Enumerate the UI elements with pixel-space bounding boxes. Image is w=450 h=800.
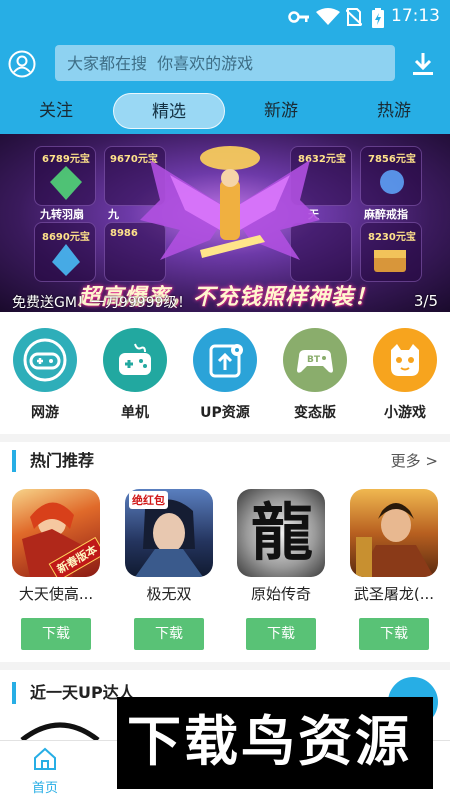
- no-sim-icon: [346, 8, 362, 26]
- top-tabs: 关注 精选 新游 热游: [0, 91, 450, 131]
- avatar[interactable]: [20, 720, 100, 740]
- search-input[interactable]: [55, 45, 395, 81]
- category-mini-games[interactable]: 小游戏: [370, 328, 440, 422]
- tab-new-games[interactable]: 新游: [225, 93, 337, 129]
- game-card[interactable]: 龍 原始传奇 下载: [231, 489, 331, 650]
- category-label: 网游: [31, 405, 59, 421]
- download-button[interactable]: 下载: [246, 618, 316, 650]
- download-button[interactable]: 下载: [134, 618, 204, 650]
- tab-featured[interactable]: 精选: [113, 93, 225, 129]
- banner-pager: 3/5: [413, 292, 438, 310]
- reward-price: 7856元宝: [368, 154, 416, 165]
- hot-recommend-section: 热门推荐 更多 > 新春版本 大天使高... 下载 绝红包 极无双 下载 龍 原…: [0, 442, 450, 662]
- reward-name: 九转羽扇: [40, 208, 84, 221]
- game-name: 武圣屠龙(...: [353, 585, 435, 603]
- game-name: 大天使高...: [18, 585, 94, 603]
- category-label: 变态版: [294, 405, 336, 421]
- tab-hot-games[interactable]: 热游: [338, 93, 450, 129]
- bt-gamepad-icon: BT: [283, 328, 347, 392]
- nav-home[interactable]: 首页: [20, 747, 70, 796]
- gem-icon: [52, 244, 80, 276]
- status-bar: 17:13: [0, 0, 450, 34]
- home-icon: [34, 747, 56, 770]
- tab-follow[interactable]: 关注: [0, 93, 112, 129]
- search-box[interactable]: [55, 45, 395, 81]
- game-card[interactable]: 绝红包 极无双 下载: [119, 489, 219, 650]
- more-link[interactable]: 更多 >: [391, 450, 438, 471]
- gem-icon: [50, 166, 82, 200]
- game-name: 极无双: [146, 585, 192, 603]
- game-badge: 绝红包: [129, 491, 168, 509]
- category-label: 单机: [121, 405, 149, 421]
- nav-home-label: 首页: [31, 781, 58, 796]
- download-button[interactable]: 下载: [21, 618, 91, 650]
- svg-text:BT: BT: [307, 355, 321, 365]
- user-avatar-icon[interactable]: [8, 50, 36, 78]
- reward-price: 6789元宝: [42, 154, 90, 165]
- winged-warrior-art: [140, 146, 320, 260]
- reward-name: 九: [108, 208, 119, 221]
- game-icon[interactable]: 绝红包: [125, 489, 213, 577]
- download-button[interactable]: 下载: [359, 618, 429, 650]
- gamepad-icon: [13, 328, 77, 392]
- category-single-player[interactable]: 单机: [100, 328, 170, 422]
- game-icon[interactable]: [350, 489, 438, 577]
- gem-icon: [380, 170, 404, 194]
- game-card[interactable]: 武圣屠龙(... 下载: [344, 489, 444, 650]
- game-card[interactable]: 新春版本 大天使高... 下载: [6, 489, 106, 650]
- category-up-resources[interactable]: UP资源: [190, 328, 260, 422]
- reward-price: 8986: [110, 228, 138, 239]
- category-row: 网游 单机 UP资源 BT 变态版 小游戏: [0, 312, 450, 434]
- promo-banner[interactable]: 6789元宝 9670元宝 8632元宝 7856元宝 8690元宝 8986 …: [0, 134, 450, 312]
- download-icon[interactable]: [410, 51, 436, 77]
- reward-price: 8690元宝: [42, 232, 90, 243]
- watermark-text: 下载鸟资源: [127, 710, 412, 773]
- game-badge: 龍: [251, 496, 314, 569]
- app-header: 关注 精选 新游 热游: [0, 34, 450, 134]
- reward-name: 麻醉戒指: [364, 208, 408, 221]
- category-label: 小游戏: [384, 405, 426, 421]
- game-icon[interactable]: 龍: [237, 489, 325, 577]
- wifi-icon: [316, 8, 340, 25]
- section-title: 热门推荐: [12, 450, 94, 472]
- category-online-games[interactable]: 网游: [10, 328, 80, 422]
- game-name: 原始传奇: [250, 585, 311, 603]
- reward-price: 8230元宝: [368, 232, 416, 243]
- clock: 17:13: [391, 6, 440, 26]
- category-modded[interactable]: BT 变态版: [280, 328, 350, 422]
- category-label: UP资源: [200, 405, 250, 421]
- chest-icon: [374, 250, 406, 272]
- game-icon[interactable]: 新春版本: [12, 489, 100, 577]
- watermark-overlay: 下载鸟资源: [117, 697, 433, 789]
- battery-charging-icon: [372, 8, 384, 28]
- key-icon: [288, 11, 309, 23]
- share-upload-icon: [193, 328, 257, 392]
- banner-caption: 免费送GM！一刀99999级！: [12, 295, 192, 311]
- cat-face-icon: [373, 328, 437, 392]
- console-icon: [103, 328, 167, 392]
